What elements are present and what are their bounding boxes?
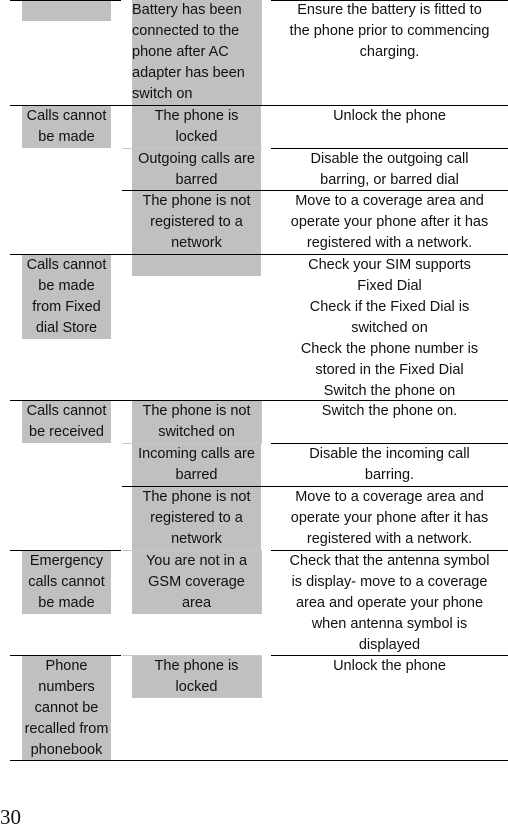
cause-cell: Outgoing calls are barred xyxy=(132,149,261,191)
page-number: 30 xyxy=(0,805,21,829)
solution-cell: Disable the outgoing call barring, or ba… xyxy=(310,151,469,188)
problem-cell xyxy=(22,0,111,21)
cause-cell: Battery has been connected to the phone … xyxy=(132,0,261,105)
solution-cell: Ensure the battery is fitted to the phon… xyxy=(289,2,490,60)
column-rule xyxy=(261,656,262,698)
cause-cell: The phone is locked xyxy=(132,106,261,148)
cause-cell: You are not in a GSM coverage area xyxy=(132,551,261,614)
problem-cell: Calls cannot be received xyxy=(22,401,111,443)
problem-cell: Calls cannot be made xyxy=(22,106,111,148)
solution-cell: Switch the phone on. xyxy=(321,403,458,419)
table-rule xyxy=(271,0,508,1)
solution-cell: Move to a coverage area and operate your… xyxy=(290,489,489,547)
solution-cell: Unlock the phone xyxy=(333,108,446,124)
cause-cell xyxy=(132,255,261,276)
column-rule xyxy=(261,551,262,614)
solution-cell: Check your SIM supports Fixed Dial Check… xyxy=(300,257,479,399)
solution-cell: Unlock the phone xyxy=(333,658,446,674)
solution-cell: Disable the incoming call barring. xyxy=(309,446,470,483)
cause-cell: The phone is not registered to a network xyxy=(132,487,261,550)
column-rule xyxy=(261,401,262,443)
cause-cell: The phone is not registered to a network xyxy=(132,191,261,254)
cause-cell: The phone is locked xyxy=(132,656,261,698)
cause-cell: Incoming calls are barred xyxy=(132,444,261,486)
problem-cell: Phone numbers cannot be recalled from ph… xyxy=(22,656,111,760)
table-rule xyxy=(10,0,121,1)
cause-cell: The phone is not switched on xyxy=(132,401,261,443)
solution-cell: Check that the antenna symbol is display… xyxy=(289,553,490,653)
problem-cell: Emergency calls cannot be made xyxy=(22,551,111,614)
problem-cell: Calls cannot be made from Fixed dial Sto… xyxy=(22,255,111,339)
column-rule xyxy=(261,0,262,105)
table-rule xyxy=(10,760,508,761)
solution-cell: Move to a coverage area and operate your… xyxy=(290,193,489,251)
